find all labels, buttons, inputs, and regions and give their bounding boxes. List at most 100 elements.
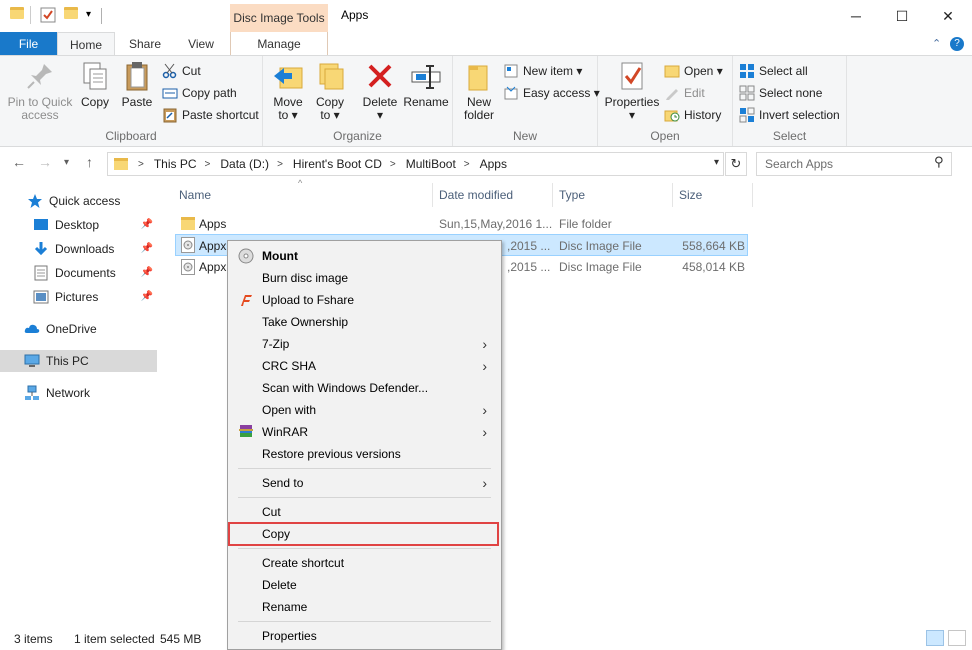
back-arrow-icon[interactable]: ← xyxy=(12,154,26,170)
menu-copy[interactable]: Copy xyxy=(230,523,499,545)
menu-mount[interactable]: Mount xyxy=(230,245,499,267)
select-none-button[interactable]: Select none xyxy=(739,83,822,103)
cut-button[interactable]: Cut xyxy=(162,61,201,81)
copy-to-icon xyxy=(314,60,346,92)
nav-desktop[interactable]: Desktop 📌 xyxy=(0,214,157,236)
menu-burn[interactable]: Burn disc image xyxy=(230,267,499,289)
disc-image-tools-tab: Disc Image Tools xyxy=(230,4,328,32)
crumb-multiboot[interactable]: MultiBoot xyxy=(406,157,456,171)
paste-button[interactable]: Paste xyxy=(118,60,156,109)
crumb-apps[interactable]: Apps xyxy=(480,157,507,171)
new-item-button[interactable]: New item ▾ xyxy=(503,61,582,81)
refresh-icon[interactable]: ↻ xyxy=(725,152,747,176)
pin-icon xyxy=(24,60,56,92)
network-icon xyxy=(24,385,40,401)
properties-button[interactable]: Properties ▾ xyxy=(604,60,660,122)
forward-arrow-icon[interactable]: → xyxy=(38,154,52,170)
column-date[interactable]: Date modified xyxy=(433,183,553,207)
menu-send-to[interactable]: Send to › xyxy=(230,472,499,494)
nav-pictures[interactable]: Pictures 📌 xyxy=(0,286,157,308)
menu-delete[interactable]: Delete xyxy=(230,574,499,596)
search-input[interactable]: Search Apps xyxy=(756,152,952,176)
collapse-ribbon-icon[interactable]: ⌃ xyxy=(932,37,941,50)
address-bar[interactable]: > This PC > Data (D:) > Hirent's Boot CD… xyxy=(107,152,724,176)
menu-winrar[interactable]: WinRAR › xyxy=(230,421,499,443)
nav-documents[interactable]: Documents 📌 xyxy=(0,262,157,284)
copy-button[interactable]: Copy xyxy=(78,60,112,109)
menu-scan-defender[interactable]: Scan with Windows Defender... xyxy=(230,377,499,399)
maximize-button[interactable]: ☐ xyxy=(879,0,925,32)
tab-home[interactable]: Home xyxy=(57,32,115,56)
edit-button[interactable]: Edit xyxy=(664,83,705,103)
menu-take-ownership[interactable]: Take Ownership xyxy=(230,311,499,333)
tab-manage[interactable]: Manage xyxy=(230,32,328,56)
nav-network[interactable]: Network xyxy=(0,382,157,404)
copy-label: Copy xyxy=(80,95,109,109)
paste-shortcut-button[interactable]: Paste shortcut xyxy=(162,105,259,125)
chevron-right-icon: › xyxy=(482,424,487,440)
menu-rename[interactable]: Rename xyxy=(230,596,499,618)
menu-open-with[interactable]: Open with › xyxy=(230,399,499,421)
pin-label-2: access xyxy=(21,108,59,122)
file-row[interactable]: Apps Sun,15,May,2016 1... File folder xyxy=(175,213,748,235)
menu-mount-label: Mount xyxy=(262,249,298,263)
column-type[interactable]: Type xyxy=(553,183,673,207)
menu-crc-sha[interactable]: CRC SHA › xyxy=(230,355,499,377)
minimize-button[interactable]: ─ xyxy=(833,0,879,32)
history-button[interactable]: History xyxy=(664,105,721,125)
nav-downloads[interactable]: Downloads 📌 xyxy=(0,238,157,260)
paste-shortcut-label: Paste shortcut xyxy=(182,108,259,122)
chevron-right-icon: › xyxy=(482,475,487,491)
move-to-button[interactable]: Move to ▾ xyxy=(271,60,305,122)
crumb-this-pc[interactable]: This PC xyxy=(154,157,197,171)
delete-button[interactable]: Delete ▾ xyxy=(361,60,399,122)
rename-icon xyxy=(410,60,442,92)
copy-path-button[interactable]: Copy path xyxy=(162,83,237,103)
properties-icon xyxy=(616,60,648,92)
close-button[interactable]: ✕ xyxy=(925,0,971,32)
easy-access-button[interactable]: Easy access ▾ xyxy=(503,83,600,103)
select-all-button[interactable]: Select all xyxy=(739,61,808,81)
ribbon: Pin to Quick access Copy Paste Cut Copy … xyxy=(0,55,972,147)
nav-quick-access[interactable]: Quick access xyxy=(0,190,157,212)
details-view-icon[interactable] xyxy=(926,630,944,646)
nav-onedrive[interactable]: OneDrive xyxy=(0,318,157,340)
new-folder-button[interactable]: New folder xyxy=(459,60,499,122)
tab-share[interactable]: Share xyxy=(118,32,172,56)
invert-selection-button[interactable]: Invert selection xyxy=(739,105,840,125)
menu-restore-versions[interactable]: Restore previous versions xyxy=(230,443,499,465)
paste-shortcut-icon xyxy=(162,107,178,123)
nav-this-pc[interactable]: This PC xyxy=(0,350,157,372)
crumb-data-drive[interactable]: Data (D:) xyxy=(220,157,269,171)
status-size: 545 MB xyxy=(160,632,202,646)
crumb-hirens[interactable]: Hirent's Boot CD xyxy=(293,157,382,171)
column-size[interactable]: Size xyxy=(673,183,753,207)
file-type: Disc Image File xyxy=(559,239,642,253)
menu-create-shortcut[interactable]: Create shortcut xyxy=(230,552,499,574)
tab-file[interactable]: File xyxy=(0,32,57,56)
open-button[interactable]: Open ▾ xyxy=(664,61,723,81)
qa-separator xyxy=(101,8,102,24)
nav-desktop-label: Desktop xyxy=(55,218,100,232)
help-icon[interactable]: ? xyxy=(950,37,964,51)
new-folder-icon xyxy=(463,60,495,92)
column-name[interactable]: Name xyxy=(173,183,433,207)
menu-open-with-label: Open with xyxy=(262,403,317,417)
copy-path-label: Copy path xyxy=(182,86,237,100)
menu-7zip[interactable]: 7-Zip › xyxy=(230,333,499,355)
properties-qa-icon[interactable] xyxy=(40,7,56,23)
customize-qa-icon[interactable]: ▾ xyxy=(86,9,91,20)
copy-to-button[interactable]: Copy to ▾ xyxy=(313,60,347,122)
menu-upload-fshare[interactable]: Upload to Fshare xyxy=(230,289,499,311)
chevron-down-icon[interactable]: ▾ xyxy=(714,157,719,168)
context-menu: Mount Burn disc image Upload to Fshare T… xyxy=(227,240,502,650)
tab-view[interactable]: View xyxy=(176,32,226,56)
pin-to-quick-access-button[interactable]: Pin to Quick access xyxy=(4,60,76,122)
up-arrow-icon[interactable]: ↑ xyxy=(86,154,93,170)
large-icons-view-icon[interactable] xyxy=(948,630,966,646)
rename-button[interactable]: Rename xyxy=(403,60,449,109)
file-date: ,2015 ... xyxy=(507,260,551,274)
new-folder-qa-icon[interactable] xyxy=(64,7,78,19)
recent-locations-icon[interactable]: ▾ xyxy=(64,157,69,168)
menu-cut[interactable]: Cut xyxy=(230,501,499,523)
